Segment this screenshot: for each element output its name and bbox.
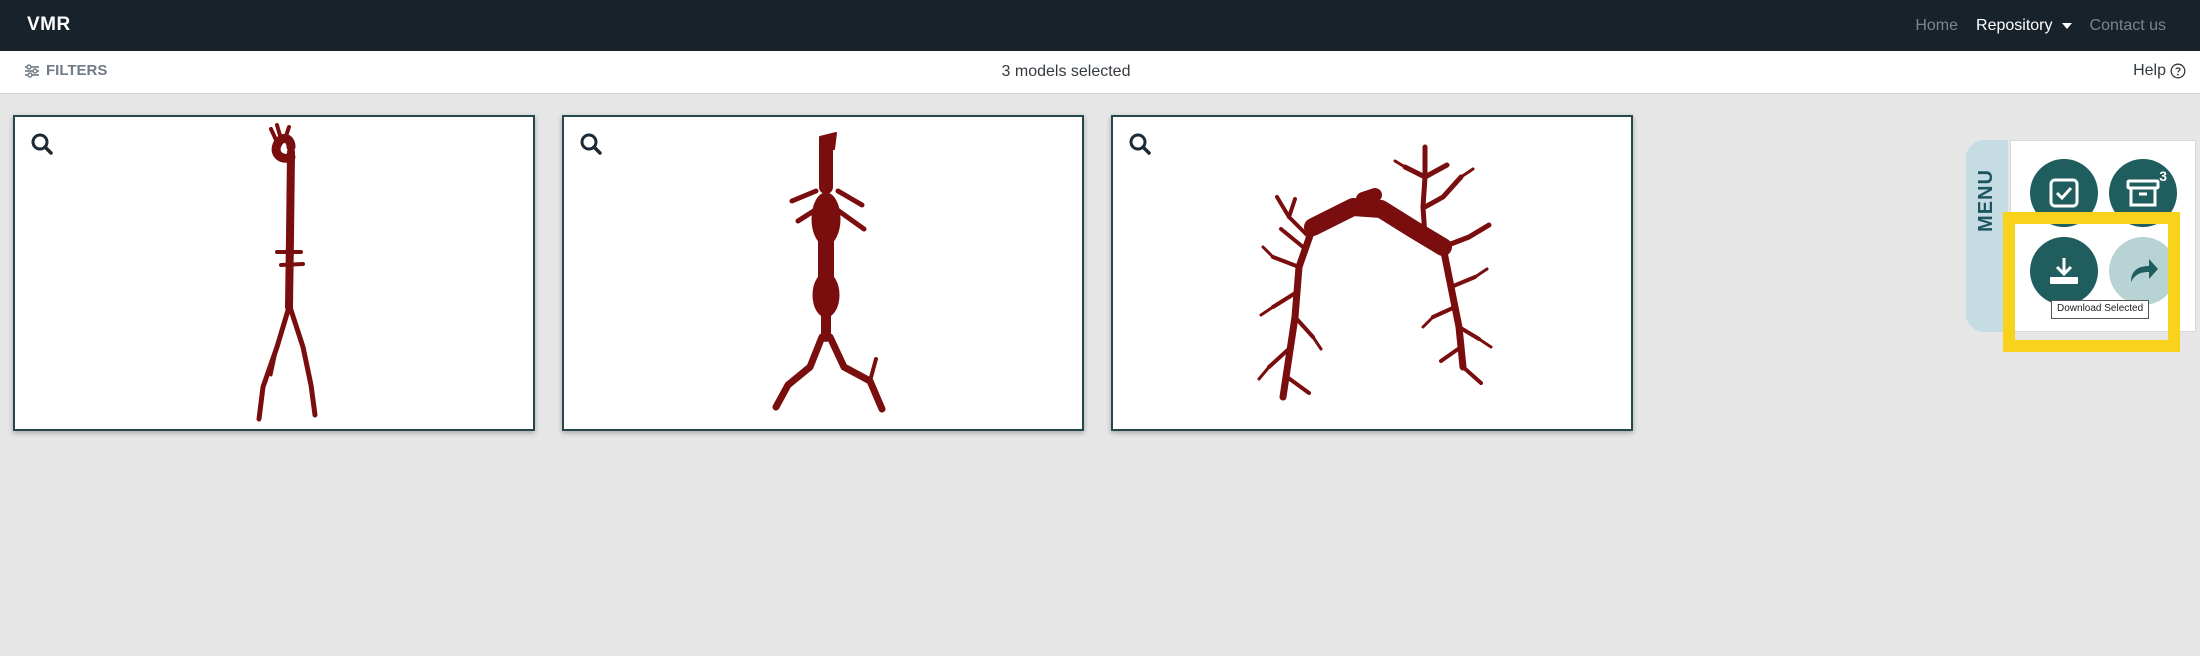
menu-label-container: MENU [1968,168,2004,232]
model-card[interactable] [1111,115,1633,431]
vessel-model-image [256,123,318,422]
nav-contact-link[interactable]: Contact us [2090,17,2166,35]
menu-label: MENU [1974,168,1997,232]
question-circle-icon [2170,63,2186,79]
model-card[interactable] [13,115,535,431]
checkbox-icon [2049,178,2079,208]
brand-logo[interactable]: VMR [27,14,71,36]
selection-status: 3 models selected [1001,63,1131,80]
download-tooltip: Download Selected [2051,300,2150,319]
nav-repository-dropdown[interactable]: Repository [1976,16,2072,35]
model-card[interactable] [562,115,1084,431]
selected-count-badge: 3 [2159,168,2167,184]
vessel-model-image [772,132,886,413]
help-button[interactable]: Help [2133,62,2186,80]
nav-repository-label: Repository [1976,16,2053,34]
nav-links: Home Repository Contact us [1915,0,2200,51]
vessel-model-image [1257,144,1493,401]
highlight-box [2003,212,2180,352]
archive-box-icon [2126,179,2160,207]
filter-bar: FILTERS 3 models selected Help [0,51,2200,94]
top-navbar: VMR Home Repository Contact us [0,0,2200,51]
caret-down-icon [2061,22,2072,29]
help-label: Help [2133,62,2166,79]
nav-home-link[interactable]: Home [1915,17,1958,35]
